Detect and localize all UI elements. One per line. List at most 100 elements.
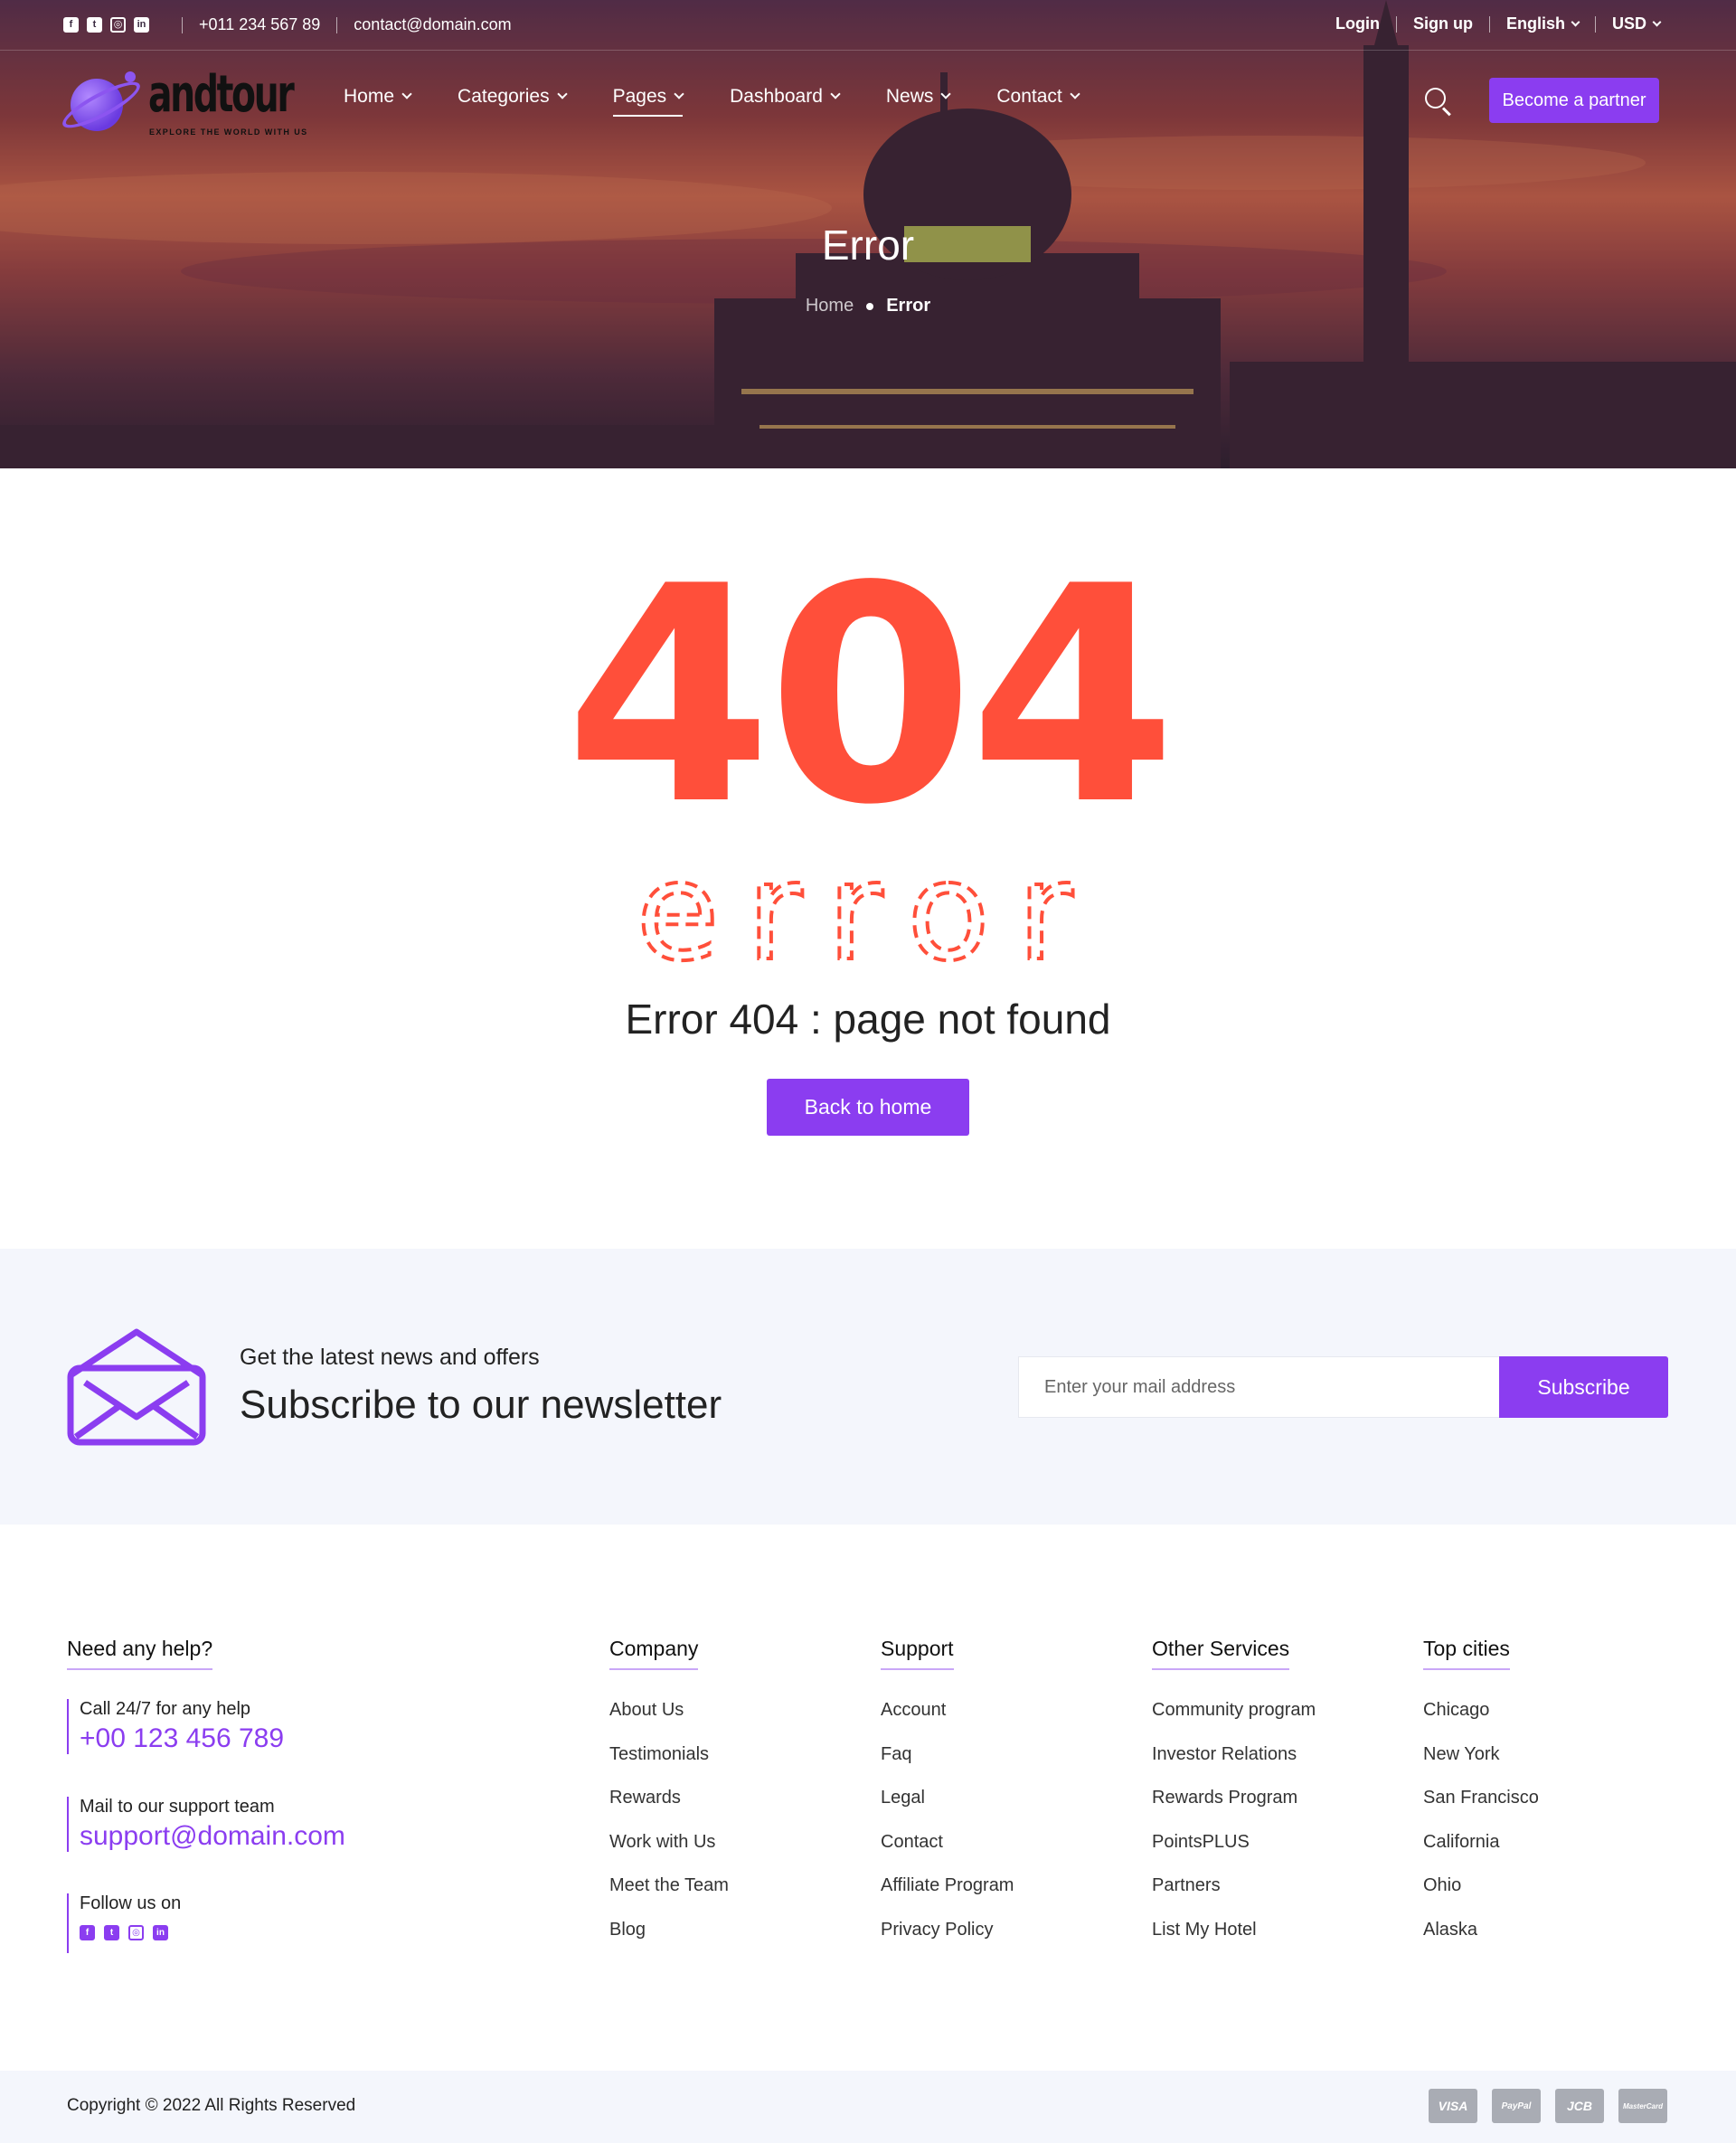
footer-link[interactable]: Alaska	[1423, 1908, 1539, 1952]
paypal-card-icon: PayPal	[1492, 2089, 1541, 2123]
divider	[1395, 15, 1397, 33]
footer-link[interactable]: Meet the Team	[609, 1864, 729, 1908]
footer-link[interactable]: Rewards Program	[1152, 1776, 1316, 1820]
chevron-down-icon	[674, 89, 684, 99]
nav-item-news[interactable]: News	[886, 86, 952, 117]
footer-link[interactable]: Partners	[1152, 1864, 1316, 1908]
footer-link[interactable]: Testimonials	[609, 1732, 729, 1777]
signup-link[interactable]: Sign up	[1413, 14, 1473, 33]
footer-social-links: f t ◎ in	[80, 1925, 181, 1940]
chevron-down-icon	[830, 89, 841, 99]
jcb-card-icon: JCB	[1555, 2089, 1604, 2123]
footer-link[interactable]: Affiliate Program	[881, 1864, 1014, 1908]
hero-banner: f t ◎ in +011 234 567 89 contact@domain.…	[0, 0, 1736, 468]
footer-column-other-services: Other Services Community program Investo…	[1152, 1637, 1316, 1951]
footer-column-company: Company About Us Testimonials Rewards Wo…	[609, 1637, 729, 1951]
footer-link[interactable]: Contact	[881, 1820, 1014, 1865]
breadcrumb-separator	[866, 302, 874, 310]
currency-selector[interactable]: USD	[1612, 14, 1662, 33]
subscribe-button[interactable]: Subscribe	[1499, 1356, 1668, 1418]
help-follow: Follow us on f t ◎ in	[67, 1893, 181, 1953]
breadcrumb-current: Error	[886, 296, 931, 316]
footer-link[interactable]: Ohio	[1423, 1864, 1539, 1908]
instagram-icon[interactable]: ◎	[128, 1925, 144, 1940]
newsletter-section: Get the latest news and offers Subscribe…	[0, 1249, 1736, 1525]
chevron-down-icon	[940, 89, 952, 99]
chevron-down-icon	[1070, 89, 1080, 99]
footer-link[interactable]: Work with Us	[609, 1820, 729, 1865]
chevron-down-icon	[556, 89, 568, 99]
login-link[interactable]: Login	[1335, 14, 1380, 33]
footer-column-title: Top cities	[1423, 1637, 1510, 1670]
back-to-home-button[interactable]: Back to home	[767, 1079, 969, 1136]
instagram-icon[interactable]: ◎	[110, 17, 126, 33]
footer-link[interactable]: Investor Relations	[1152, 1732, 1316, 1777]
footer-column-support: Support Account Faq Legal Contact Affili…	[881, 1637, 1014, 1951]
divider	[1488, 15, 1490, 33]
footer-link[interactable]: Faq	[881, 1732, 1014, 1777]
chevron-down-icon	[1571, 17, 1580, 27]
logo-tagline: EXPLORE THE WORLD WITH US	[149, 127, 308, 137]
nav-item-dashboard[interactable]: Dashboard	[730, 86, 841, 117]
footer-column-title: Company	[609, 1637, 699, 1670]
footer-link[interactable]: Rewards	[609, 1776, 729, 1820]
twitter-icon[interactable]: t	[104, 1925, 119, 1940]
visa-card-icon: VISA	[1429, 2089, 1477, 2123]
facebook-icon[interactable]: f	[63, 17, 79, 33]
social-links: f t ◎ in	[63, 17, 149, 33]
mastercard-icon: MasterCard	[1618, 2089, 1667, 2123]
footer-link[interactable]: New York	[1423, 1732, 1539, 1777]
error-message: Error 404 : page not found	[625, 996, 1111, 1043]
footer-link[interactable]: Privacy Policy	[881, 1908, 1014, 1952]
chevron-down-icon	[1652, 17, 1662, 27]
footer-link[interactable]: Account	[881, 1688, 1014, 1732]
error-word-graphic: error	[0, 832, 1736, 993]
footer-link[interactable]: Chicago	[1423, 1688, 1539, 1732]
support-email[interactable]: support@domain.com	[80, 1821, 345, 1852]
become-partner-button[interactable]: Become a partner	[1489, 78, 1659, 123]
footer-column-title: Other Services	[1152, 1637, 1290, 1670]
error-word: error	[636, 859, 1099, 977]
footer-column-top-cities: Top cities Chicago New York San Francisc…	[1423, 1637, 1539, 1951]
footer-link[interactable]: Blog	[609, 1908, 729, 1952]
footer-bottom-bar: Copyright © 2022 All Rights Reserved VIS…	[0, 2071, 1736, 2143]
footer-link[interactable]: PointsPLUS	[1152, 1820, 1316, 1865]
footer-link[interactable]: San Francisco	[1423, 1776, 1539, 1820]
divider	[1594, 15, 1596, 33]
language-selector[interactable]: English	[1506, 14, 1580, 33]
nav-menu: Home Categories Pages Dashboard News Con…	[344, 86, 1126, 117]
linkedin-icon[interactable]: in	[153, 1925, 168, 1940]
footer-link[interactable]: Legal	[881, 1776, 1014, 1820]
divider	[336, 16, 338, 33]
linkedin-icon[interactable]: in	[134, 17, 149, 33]
newsletter-title: Subscribe to our newsletter	[240, 1383, 722, 1427]
search-icon[interactable]	[1423, 86, 1454, 117]
nav-item-home[interactable]: Home	[344, 86, 412, 117]
footer-column-title: Support	[881, 1637, 954, 1670]
error-code-graphic: 404	[0, 523, 1736, 870]
mail-label: Mail to our support team	[80, 1797, 275, 1817]
copyright: Copyright © 2022 All Rights Reserved	[67, 2096, 356, 2115]
breadcrumb-home[interactable]: Home	[806, 296, 854, 316]
nav-item-contact[interactable]: Contact	[996, 86, 1080, 117]
facebook-icon[interactable]: f	[80, 1925, 95, 1940]
nav-item-pages[interactable]: Pages	[612, 86, 684, 117]
newsletter-subtitle: Get the latest news and offers	[240, 1345, 540, 1370]
nav-item-categories[interactable]: Categories	[458, 86, 568, 117]
newsletter-email-input[interactable]: Enter your mail address	[1018, 1356, 1499, 1418]
chevron-down-icon	[401, 89, 412, 99]
help-call: Call 24/7 for any help +00 123 456 789	[67, 1699, 284, 1754]
footer-help: Need any help?	[67, 1637, 213, 1670]
footer-link[interactable]: Community program	[1152, 1688, 1316, 1732]
support-phone[interactable]: +00 123 456 789	[80, 1723, 284, 1754]
top-bar: f t ◎ in +011 234 567 89 contact@domain.…	[0, 0, 1736, 51]
main-navigation: andtour EXPLORE THE WORLD WITH US Home C…	[0, 52, 1736, 151]
topbar-phone[interactable]: +011 234 567 89	[199, 15, 320, 34]
topbar-email[interactable]: contact@domain.com	[354, 15, 511, 34]
footer-link[interactable]: List My Hotel	[1152, 1908, 1316, 1952]
twitter-icon[interactable]: t	[87, 17, 102, 33]
call-label: Call 24/7 for any help	[80, 1699, 251, 1719]
footer-link[interactable]: California	[1423, 1820, 1539, 1865]
footer-link[interactable]: About Us	[609, 1688, 729, 1732]
site-logo[interactable]: andtour EXPLORE THE WORLD WITH US	[57, 62, 307, 144]
